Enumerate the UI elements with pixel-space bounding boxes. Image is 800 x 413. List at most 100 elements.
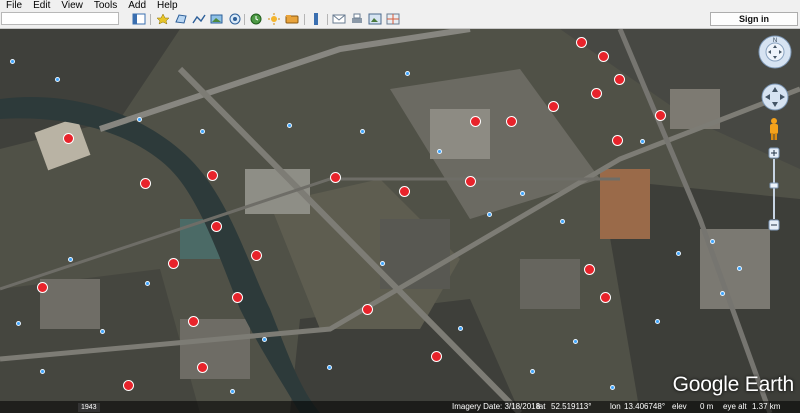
menu-edit[interactable]: Edit: [27, 0, 55, 11]
zoom-slider[interactable]: [768, 147, 780, 231]
poi-dot[interactable]: [610, 385, 615, 390]
poi-dot[interactable]: [737, 266, 742, 271]
poi-dot[interactable]: [40, 369, 45, 374]
lat-label: lat: [537, 402, 546, 411]
poi-marker[interactable]: [548, 101, 559, 112]
poi-dot[interactable]: [68, 257, 73, 262]
toolbar-separator: [304, 14, 305, 25]
poi-marker[interactable]: [598, 51, 609, 62]
poi-dot[interactable]: [230, 389, 235, 394]
menu-view[interactable]: View: [55, 0, 88, 11]
toolbar-separator: [244, 14, 245, 25]
poi-dot[interactable]: [655, 319, 660, 324]
lon-label: lon: [610, 402, 621, 411]
poi-dot[interactable]: [640, 139, 645, 144]
poi-dot[interactable]: [55, 77, 60, 82]
sign-in-button[interactable]: Sign in: [710, 12, 798, 26]
poi-dot[interactable]: [262, 337, 267, 342]
satellite-imagery: [0, 29, 800, 413]
lat-value: 52.519113°: [551, 402, 592, 411]
poi-marker[interactable]: [614, 74, 625, 85]
pegman-icon[interactable]: [767, 117, 781, 141]
elev-label: elev: [672, 402, 687, 411]
poi-marker[interactable]: [591, 88, 602, 99]
poi-marker[interactable]: [197, 362, 208, 373]
poi-dot[interactable]: [380, 261, 385, 266]
poi-dot[interactable]: [530, 369, 535, 374]
poi-dot[interactable]: [573, 339, 578, 344]
maps-icon[interactable]: [385, 12, 401, 26]
poi-dot[interactable]: [16, 321, 21, 326]
look-joystick[interactable]: N: [758, 35, 792, 69]
history-year: 1943: [78, 403, 100, 412]
poi-dot[interactable]: [520, 191, 525, 196]
poi-dot[interactable]: [458, 326, 463, 331]
record-tour-icon[interactable]: [227, 12, 243, 26]
poi-marker[interactable]: [168, 258, 179, 269]
poi-marker[interactable]: [600, 292, 611, 303]
menu-file[interactable]: File: [0, 0, 27, 11]
menu-bar: File Edit View Tools Add Help: [0, 0, 800, 11]
path-icon[interactable]: [191, 12, 207, 26]
eye-alt-value: 1.37 km: [752, 402, 781, 411]
poi-dot[interactable]: [487, 212, 492, 217]
poi-marker[interactable]: [251, 250, 262, 261]
polygon-icon[interactable]: [173, 12, 189, 26]
menu-tools[interactable]: Tools: [88, 0, 122, 11]
status-bar: 1943 Imagery Date: 3/18/2018 lat 52.5191…: [0, 401, 800, 413]
poi-marker[interactable]: [470, 116, 481, 127]
poi-marker[interactable]: [465, 176, 476, 187]
print-icon[interactable]: [349, 12, 365, 26]
elev-value: 0 m: [700, 402, 714, 411]
imagery-date: Imagery Date: 3/18/2018: [452, 402, 541, 411]
image-overlay-icon[interactable]: [209, 12, 225, 26]
placemark-icon[interactable]: [155, 12, 171, 26]
map-viewport[interactable]: N Google Earth 1943 Imagery Date: 3/18/2…: [0, 29, 800, 413]
poi-dot[interactable]: [200, 129, 205, 134]
poi-marker[interactable]: [123, 380, 134, 391]
poi-dot[interactable]: [676, 251, 681, 256]
ruler-icon[interactable]: [308, 12, 324, 26]
toolbar: Sign in: [0, 11, 800, 29]
poi-dot[interactable]: [145, 281, 150, 286]
poi-dot[interactable]: [437, 149, 442, 154]
save-image-icon[interactable]: [367, 12, 383, 26]
historical-imagery-icon[interactable]: [248, 12, 264, 26]
poi-dot[interactable]: [405, 71, 410, 76]
poi-dot[interactable]: [560, 219, 565, 224]
poi-marker[interactable]: [330, 172, 341, 183]
sidebar-toggle-icon[interactable]: [131, 12, 147, 26]
poi-marker[interactable]: [362, 304, 373, 315]
poi-dot[interactable]: [720, 291, 725, 296]
search-input[interactable]: [1, 12, 119, 25]
sun-icon[interactable]: [266, 12, 282, 26]
poi-dot[interactable]: [287, 123, 292, 128]
poi-marker[interactable]: [655, 110, 666, 121]
poi-dot[interactable]: [137, 117, 142, 122]
lon-value: 13.406748°: [624, 402, 666, 411]
poi-marker[interactable]: [207, 170, 218, 181]
poi-dot[interactable]: [10, 59, 15, 64]
poi-marker[interactable]: [140, 178, 151, 189]
eye-alt-label: eye alt: [723, 402, 747, 411]
poi-marker[interactable]: [584, 264, 595, 275]
poi-marker[interactable]: [211, 221, 222, 232]
menu-add[interactable]: Add: [122, 0, 151, 11]
poi-marker[interactable]: [506, 116, 517, 127]
poi-marker[interactable]: [576, 37, 587, 48]
menu-help[interactable]: Help: [151, 0, 183, 11]
poi-marker[interactable]: [188, 316, 199, 327]
poi-marker[interactable]: [232, 292, 243, 303]
email-icon[interactable]: [331, 12, 347, 26]
poi-marker[interactable]: [37, 282, 48, 293]
poi-marker[interactable]: [431, 351, 442, 362]
move-joystick[interactable]: [761, 83, 789, 111]
planets-icon[interactable]: [284, 12, 300, 26]
poi-dot[interactable]: [710, 239, 715, 244]
poi-marker[interactable]: [63, 133, 74, 144]
poi-dot[interactable]: [100, 329, 105, 334]
poi-dot[interactable]: [327, 365, 332, 370]
poi-marker[interactable]: [612, 135, 623, 146]
poi-dot[interactable]: [360, 129, 365, 134]
poi-marker[interactable]: [399, 186, 410, 197]
